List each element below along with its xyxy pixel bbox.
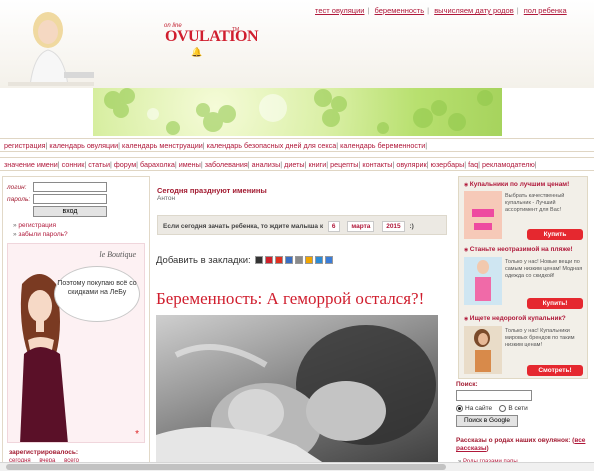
scrollbar-thumb[interactable]: [6, 464, 446, 470]
bookmark-icon-2[interactable]: [265, 256, 274, 265]
register-link[interactable]: регистрация: [13, 222, 56, 229]
clover-banner: [93, 88, 502, 136]
calc-year[interactable]: 2015: [382, 221, 405, 232]
top-nav: тест овуляции | беременность | вычисляем д…: [315, 6, 567, 15]
login-input[interactable]: [33, 182, 107, 192]
birth-stories-header: Рассказы о родах наших овулянок: (все ра…: [456, 437, 586, 452]
nav-faq[interactable]: faq: [468, 160, 478, 169]
nav-safe-days-calendar[interactable]: календарь безопасных дней для секса: [207, 141, 337, 150]
bookmark-icon-3[interactable]: [275, 256, 284, 265]
bells-icon: 🔔: [191, 47, 203, 57]
nav-articles[interactable]: статьи: [88, 160, 110, 169]
bookmark-icon-1[interactable]: [255, 256, 264, 265]
password-label: пароль:: [7, 196, 31, 203]
left-sidebar: логин: пароль: вход регистрация забыли п…: [2, 176, 150, 471]
bookmark-icon-7[interactable]: [315, 256, 324, 265]
nav-pregnancy-calendar[interactable]: календарь беременности: [340, 141, 425, 150]
nav-ovulation-calendar[interactable]: календарь овуляции: [49, 141, 118, 150]
calc-prefix: Если сегодня зачать ребенка, то ждите ма…: [163, 223, 324, 230]
ad-1-text: Выбрать качественный купальник - Лучший …: [505, 193, 565, 213]
name-day-name: Антон: [157, 195, 176, 202]
nav-tests[interactable]: анализы: [252, 160, 281, 169]
radio-on-web-label: В сети: [508, 405, 528, 413]
main-content: Сегодня празднуют именины Антон Если сег…: [154, 176, 452, 471]
nav-name-meaning[interactable]: значение имени: [4, 160, 58, 169]
stories-title: Рассказы о родах наших овулянок:: [456, 437, 571, 444]
top-link-baby-gender[interactable]: пол ребенка: [524, 6, 567, 15]
nav-books[interactable]: книги: [308, 160, 326, 169]
ad-2-buy-button[interactable]: Купить!: [527, 298, 583, 309]
bookmark-icon-4[interactable]: [285, 256, 294, 265]
ad-3-view-button[interactable]: Смотреть!: [527, 365, 583, 376]
bookmarks-bar: Добавить в закладки:: [156, 255, 334, 266]
ad-3-image[interactable]: [464, 326, 502, 374]
swimsuit-ads: Купальники по лучшим ценам! Выбрать каче…: [458, 176, 588, 379]
ad-2-image[interactable]: [464, 257, 502, 305]
top-link-ovulation-test[interactable]: тест овуляции: [315, 6, 364, 15]
header: on line OVULATION TM 🔔 тест овуляции | бе…: [0, 0, 594, 88]
nav-flea-market[interactable]: барахолка: [140, 160, 175, 169]
password-input[interactable]: [33, 194, 107, 204]
top-link-pregnancy[interactable]: беременность: [375, 6, 425, 15]
bookmark-icon-6[interactable]: [305, 256, 314, 265]
search-scope: На сайте В сети: [456, 405, 528, 412]
search-input[interactable]: [456, 390, 532, 401]
header-woman-image: [8, 2, 94, 86]
bookmark-icon-5[interactable]: [295, 256, 304, 265]
bookmark-icon-8[interactable]: [325, 256, 334, 265]
top-link-due-date[interactable]: вычисляем дату родов: [434, 6, 514, 15]
boutique-ad[interactable]: le Boutique Поэтому покупаю всё со скидк…: [7, 243, 145, 443]
ad-2-text: Только у нас! Новые вещи по самым низким…: [505, 259, 583, 279]
calc-suffix: :): [409, 223, 414, 230]
secondary-nav: значение имени| сонник| статьи| форум| б…: [0, 157, 594, 171]
nav-forum[interactable]: форум: [114, 160, 136, 169]
nav-dream-book[interactable]: сонник: [62, 160, 85, 169]
logo-text: OVULATION: [165, 28, 259, 45]
logo[interactable]: on line OVULATION TM 🔔: [161, 20, 259, 60]
nav-registration[interactable]: регистрация: [4, 141, 46, 150]
name-day-title: Сегодня празднуют именины: [157, 186, 267, 195]
search-label: Поиск:: [456, 381, 478, 388]
login-label: логин:: [7, 184, 27, 191]
horizontal-scrollbar[interactable]: [0, 462, 594, 471]
ad-3-title[interactable]: Ищете недорогой купальник?: [464, 315, 566, 322]
article-photo[interactable]: [156, 315, 438, 471]
nav-diets[interactable]: диеты: [284, 160, 304, 169]
right-sidebar: Купальники по лучшим ценам! Выбрать каче…: [456, 176, 590, 471]
ad-1-image[interactable]: [464, 191, 502, 239]
ad-1-title[interactable]: Купальники по лучшим ценам!: [464, 181, 570, 188]
nav-contacts[interactable]: контакты: [362, 160, 392, 169]
main-nav: регистрация| календарь овуляции| календа…: [0, 138, 594, 152]
nav-diseases[interactable]: заболевания: [205, 160, 248, 169]
ad-2-title[interactable]: Станьте неотразимой на пляже!: [464, 246, 573, 253]
calc-day[interactable]: 6: [327, 221, 340, 232]
article-title[interactable]: Беременность: А геморрой остался?!: [156, 289, 424, 309]
asterisk-icon: *: [135, 429, 139, 440]
nav-menstruation-calendar[interactable]: календарь менструации: [122, 141, 203, 150]
nav-recipes[interactable]: рецепты: [330, 160, 358, 169]
registered-title: зарегистрировалось:: [9, 449, 78, 456]
nav-ovularik[interactable]: овулярик: [396, 160, 426, 169]
ad-1-buy-button[interactable]: Купить: [527, 229, 583, 240]
calc-month[interactable]: марта: [347, 221, 375, 232]
radio-on-site-label: На сайте: [465, 405, 493, 413]
nav-advertisers[interactable]: рекламодателю: [482, 160, 535, 169]
radio-on-site[interactable]: [456, 405, 463, 412]
speech-bubble: Поэтому покупаю всё со скидками на ЛеБу: [54, 266, 140, 322]
bookmarks-label: Добавить в закладки:: [156, 255, 251, 266]
google-search-button[interactable]: Поиск в Google: [456, 415, 518, 427]
due-date-calculator: Если сегодня зачать ребенка, то ждите ма…: [157, 215, 447, 235]
radio-on-web[interactable]: [499, 405, 507, 412]
forgot-password-link[interactable]: забыли пароль?: [13, 231, 67, 238]
nav-userbars[interactable]: юзербары: [431, 160, 465, 169]
nav-names[interactable]: имены: [179, 160, 201, 169]
ad-3-text: Только у нас! Купальники мировых брендов…: [505, 328, 575, 348]
login-button[interactable]: вход: [33, 206, 107, 217]
